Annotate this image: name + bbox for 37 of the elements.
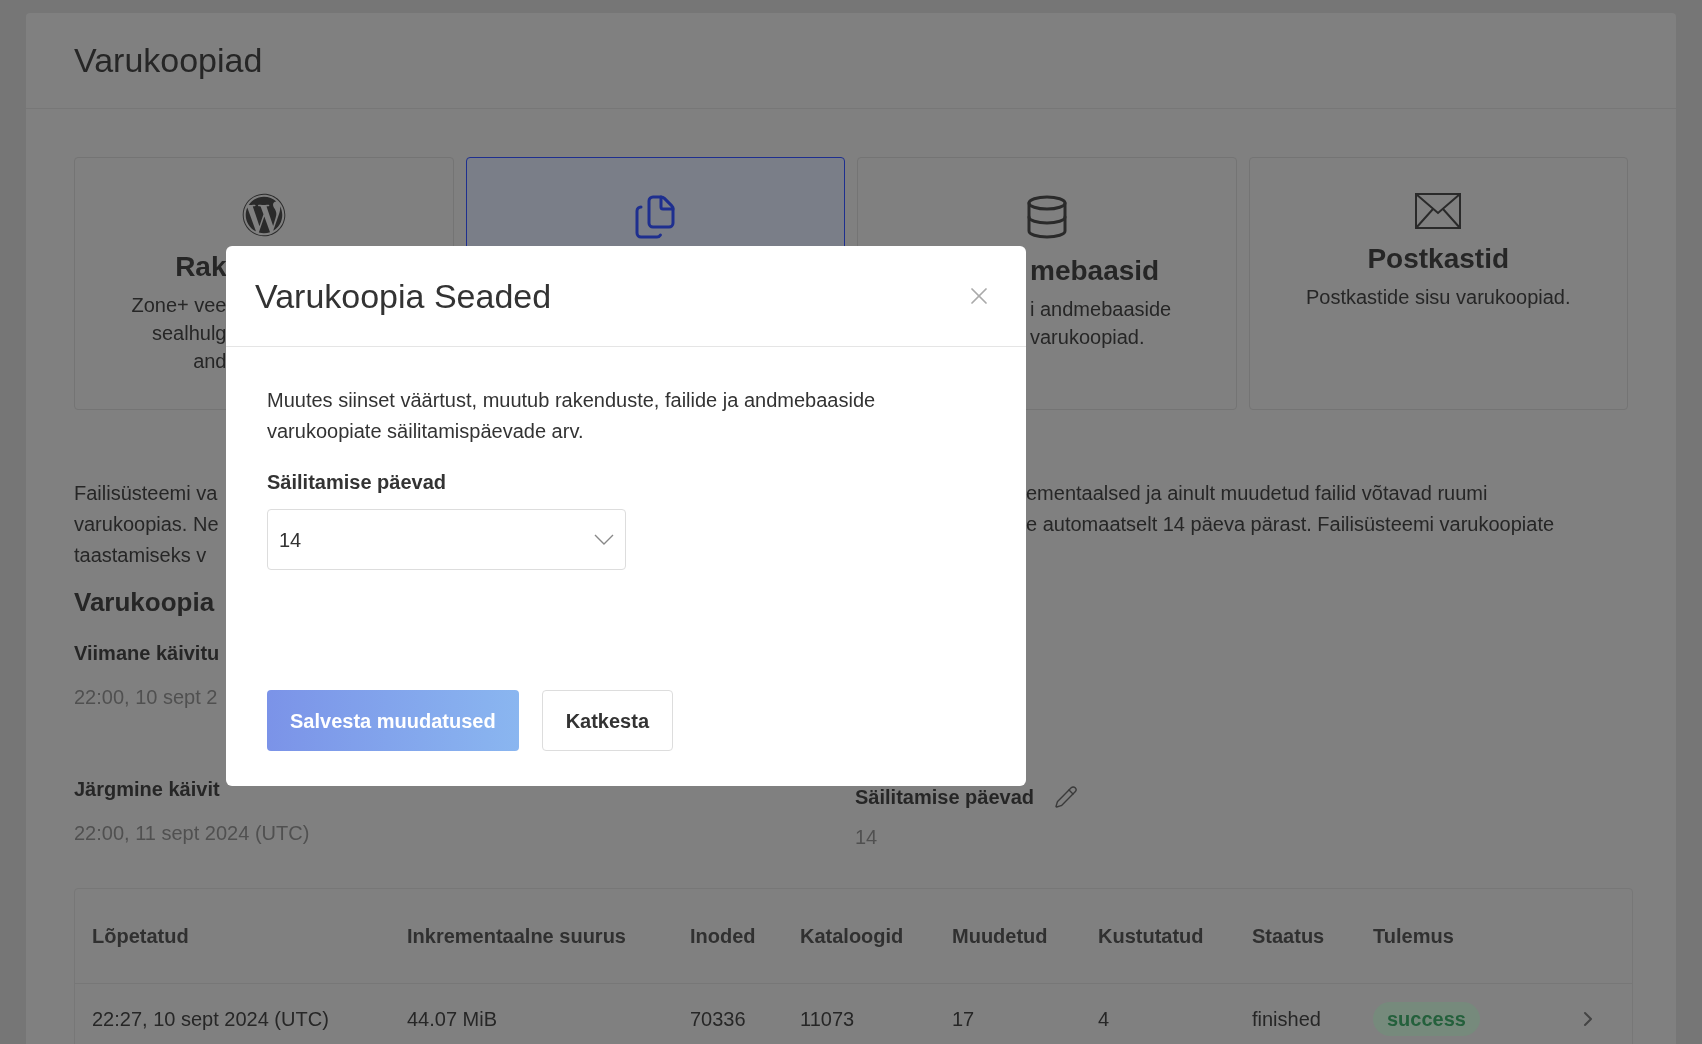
section-title: Varukoopia bbox=[74, 586, 216, 619]
card-description-line: Postkastide sisu varukoopiad. bbox=[1305, 285, 1571, 310]
table-cell-text: 17 bbox=[952, 1007, 976, 1032]
table-cell-text: 70336 bbox=[690, 1007, 747, 1032]
card-description-line: i andmebaaside bbox=[1030, 297, 1172, 322]
description-text: ementaalsed ja ainult muudetud failid võtavad ruumi bbox=[1026, 481, 1488, 506]
column-header: Inkrementaalne suurus bbox=[407, 924, 627, 949]
card-description-line: Zone+ vee bbox=[131, 293, 227, 318]
column-header: Lõpetatud bbox=[92, 924, 190, 949]
status-badge: success bbox=[1373, 1002, 1480, 1036]
card-title: mebaasid bbox=[1030, 254, 1160, 288]
description-text: varukoopias. Ne bbox=[74, 512, 219, 537]
column-header: Tulemus bbox=[1373, 924, 1455, 949]
card-title: Postkastid bbox=[1367, 242, 1510, 276]
column-header: Inoded bbox=[690, 924, 757, 949]
card-title: Rak bbox=[175, 250, 227, 284]
description-text: taastamiseks v bbox=[74, 543, 207, 568]
field-label: Säilitamise päevad bbox=[267, 470, 447, 495]
table-cell-text: 22:27, 10 sept 2024 (UTC) bbox=[92, 1007, 330, 1032]
dialog-title: Varukoopia Seaded bbox=[255, 275, 552, 317]
card-description-line: varukoopiad. bbox=[1030, 325, 1146, 350]
table-cell-text: finished bbox=[1252, 1007, 1322, 1032]
table-cell-text: 44.07 MiB bbox=[407, 1007, 499, 1032]
description-text: Failisüsteemi va bbox=[74, 481, 218, 506]
card-description-line: sealhulg bbox=[151, 321, 227, 346]
description-text: e automaatselt 14 päeva pärast. Failisüsteemi varukoopiate bbox=[1026, 512, 1555, 537]
card-description-line: and bbox=[192, 349, 227, 374]
table-cell-text: 4 bbox=[1098, 1007, 1111, 1032]
column-header: Muudetud bbox=[952, 924, 1049, 949]
info-label: Järgmine käivit bbox=[74, 777, 221, 802]
info-label: Viimane käivitu bbox=[74, 641, 221, 666]
column-header: Kustutatud bbox=[1098, 924, 1205, 949]
page-title: Varukoopiad bbox=[74, 40, 263, 81]
column-header: Kataloogid bbox=[800, 924, 905, 949]
column-header: Staatus bbox=[1252, 924, 1326, 949]
table-cell-text: 11073 bbox=[800, 1007, 856, 1032]
info-label: Säilitamise päevad bbox=[855, 785, 1034, 810]
